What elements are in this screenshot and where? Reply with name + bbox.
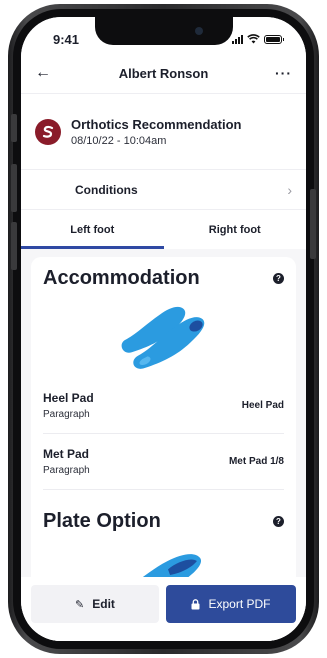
status-time: 9:41 xyxy=(53,31,80,47)
accommodation-header: Accommodation ? xyxy=(43,267,284,290)
edit-button[interactable]: ✎ Edit xyxy=(31,585,159,623)
insole-icon xyxy=(121,306,204,369)
row-value: Heel Pad xyxy=(241,400,284,411)
insole-image xyxy=(43,290,284,378)
arrow-left-icon[interactable]: ← xyxy=(35,64,55,82)
pencil-icon: ✎ xyxy=(75,598,85,611)
row-name: Heel Pad xyxy=(43,391,94,405)
notch xyxy=(94,17,233,45)
help-icon[interactable]: ? xyxy=(273,273,284,284)
row-sub: Paragraph xyxy=(43,409,90,420)
mute-switch xyxy=(11,114,17,142)
screen: 9:41 ← Albert Ronson ··· Orthotics Recom… xyxy=(21,17,306,641)
battery-icon xyxy=(264,34,284,44)
tab-left-foot[interactable]: Left foot xyxy=(21,210,164,249)
section-title: Plate Option xyxy=(43,510,161,532)
phone-frame: 9:41 ← Albert Ronson ··· Orthotics Recom… xyxy=(8,4,319,654)
section-title: Accommodation xyxy=(43,267,200,289)
signal-icon xyxy=(232,34,243,44)
lock-icon xyxy=(191,598,200,609)
conditions-row[interactable]: Conditions › xyxy=(21,169,306,209)
plate-option-header: Plate Option ? xyxy=(43,510,284,533)
row-value: Met Pad 1/8 xyxy=(228,456,284,467)
volume-down-button xyxy=(11,222,17,270)
volume-up-button xyxy=(11,164,17,212)
brand-logo xyxy=(35,118,61,145)
row-name: Met Pad xyxy=(43,447,90,461)
power-button xyxy=(310,189,316,259)
nav-bar: ← Albert Ronson ··· xyxy=(21,53,306,93)
accommodation-row-met-pad[interactable]: Met Pad Paragraph Met Pad 1/8 xyxy=(43,434,284,490)
recommendation-title: Orthotics Recommendation xyxy=(71,116,242,132)
edit-label: Edit xyxy=(92,597,115,611)
recommendation-date: 08/10/22 - 10:04am xyxy=(71,134,167,147)
conditions-label: Conditions xyxy=(75,182,138,197)
chevron-right-icon: › xyxy=(287,181,292,198)
tab-right-foot[interactable]: Right foot xyxy=(164,210,307,249)
export-pdf-button[interactable]: Export PDF xyxy=(166,585,296,623)
accommodation-row-heel-pad[interactable]: Heel Pad Paragraph Heel Pad xyxy=(43,378,284,434)
wifi-icon xyxy=(247,34,260,44)
recommendation-header: Orthotics Recommendation 08/10/22 - 10:0… xyxy=(21,93,306,169)
ellipsis-icon[interactable]: ··· xyxy=(272,65,292,81)
page-title: Albert Ronson xyxy=(118,65,209,81)
foot-tabs: Left foot Right foot xyxy=(21,209,306,249)
help-icon[interactable]: ? xyxy=(273,516,284,527)
export-label: Export PDF xyxy=(208,597,271,611)
row-sub: Paragraph xyxy=(43,465,90,476)
footer-actions: ✎ Edit Export PDF xyxy=(21,577,306,641)
